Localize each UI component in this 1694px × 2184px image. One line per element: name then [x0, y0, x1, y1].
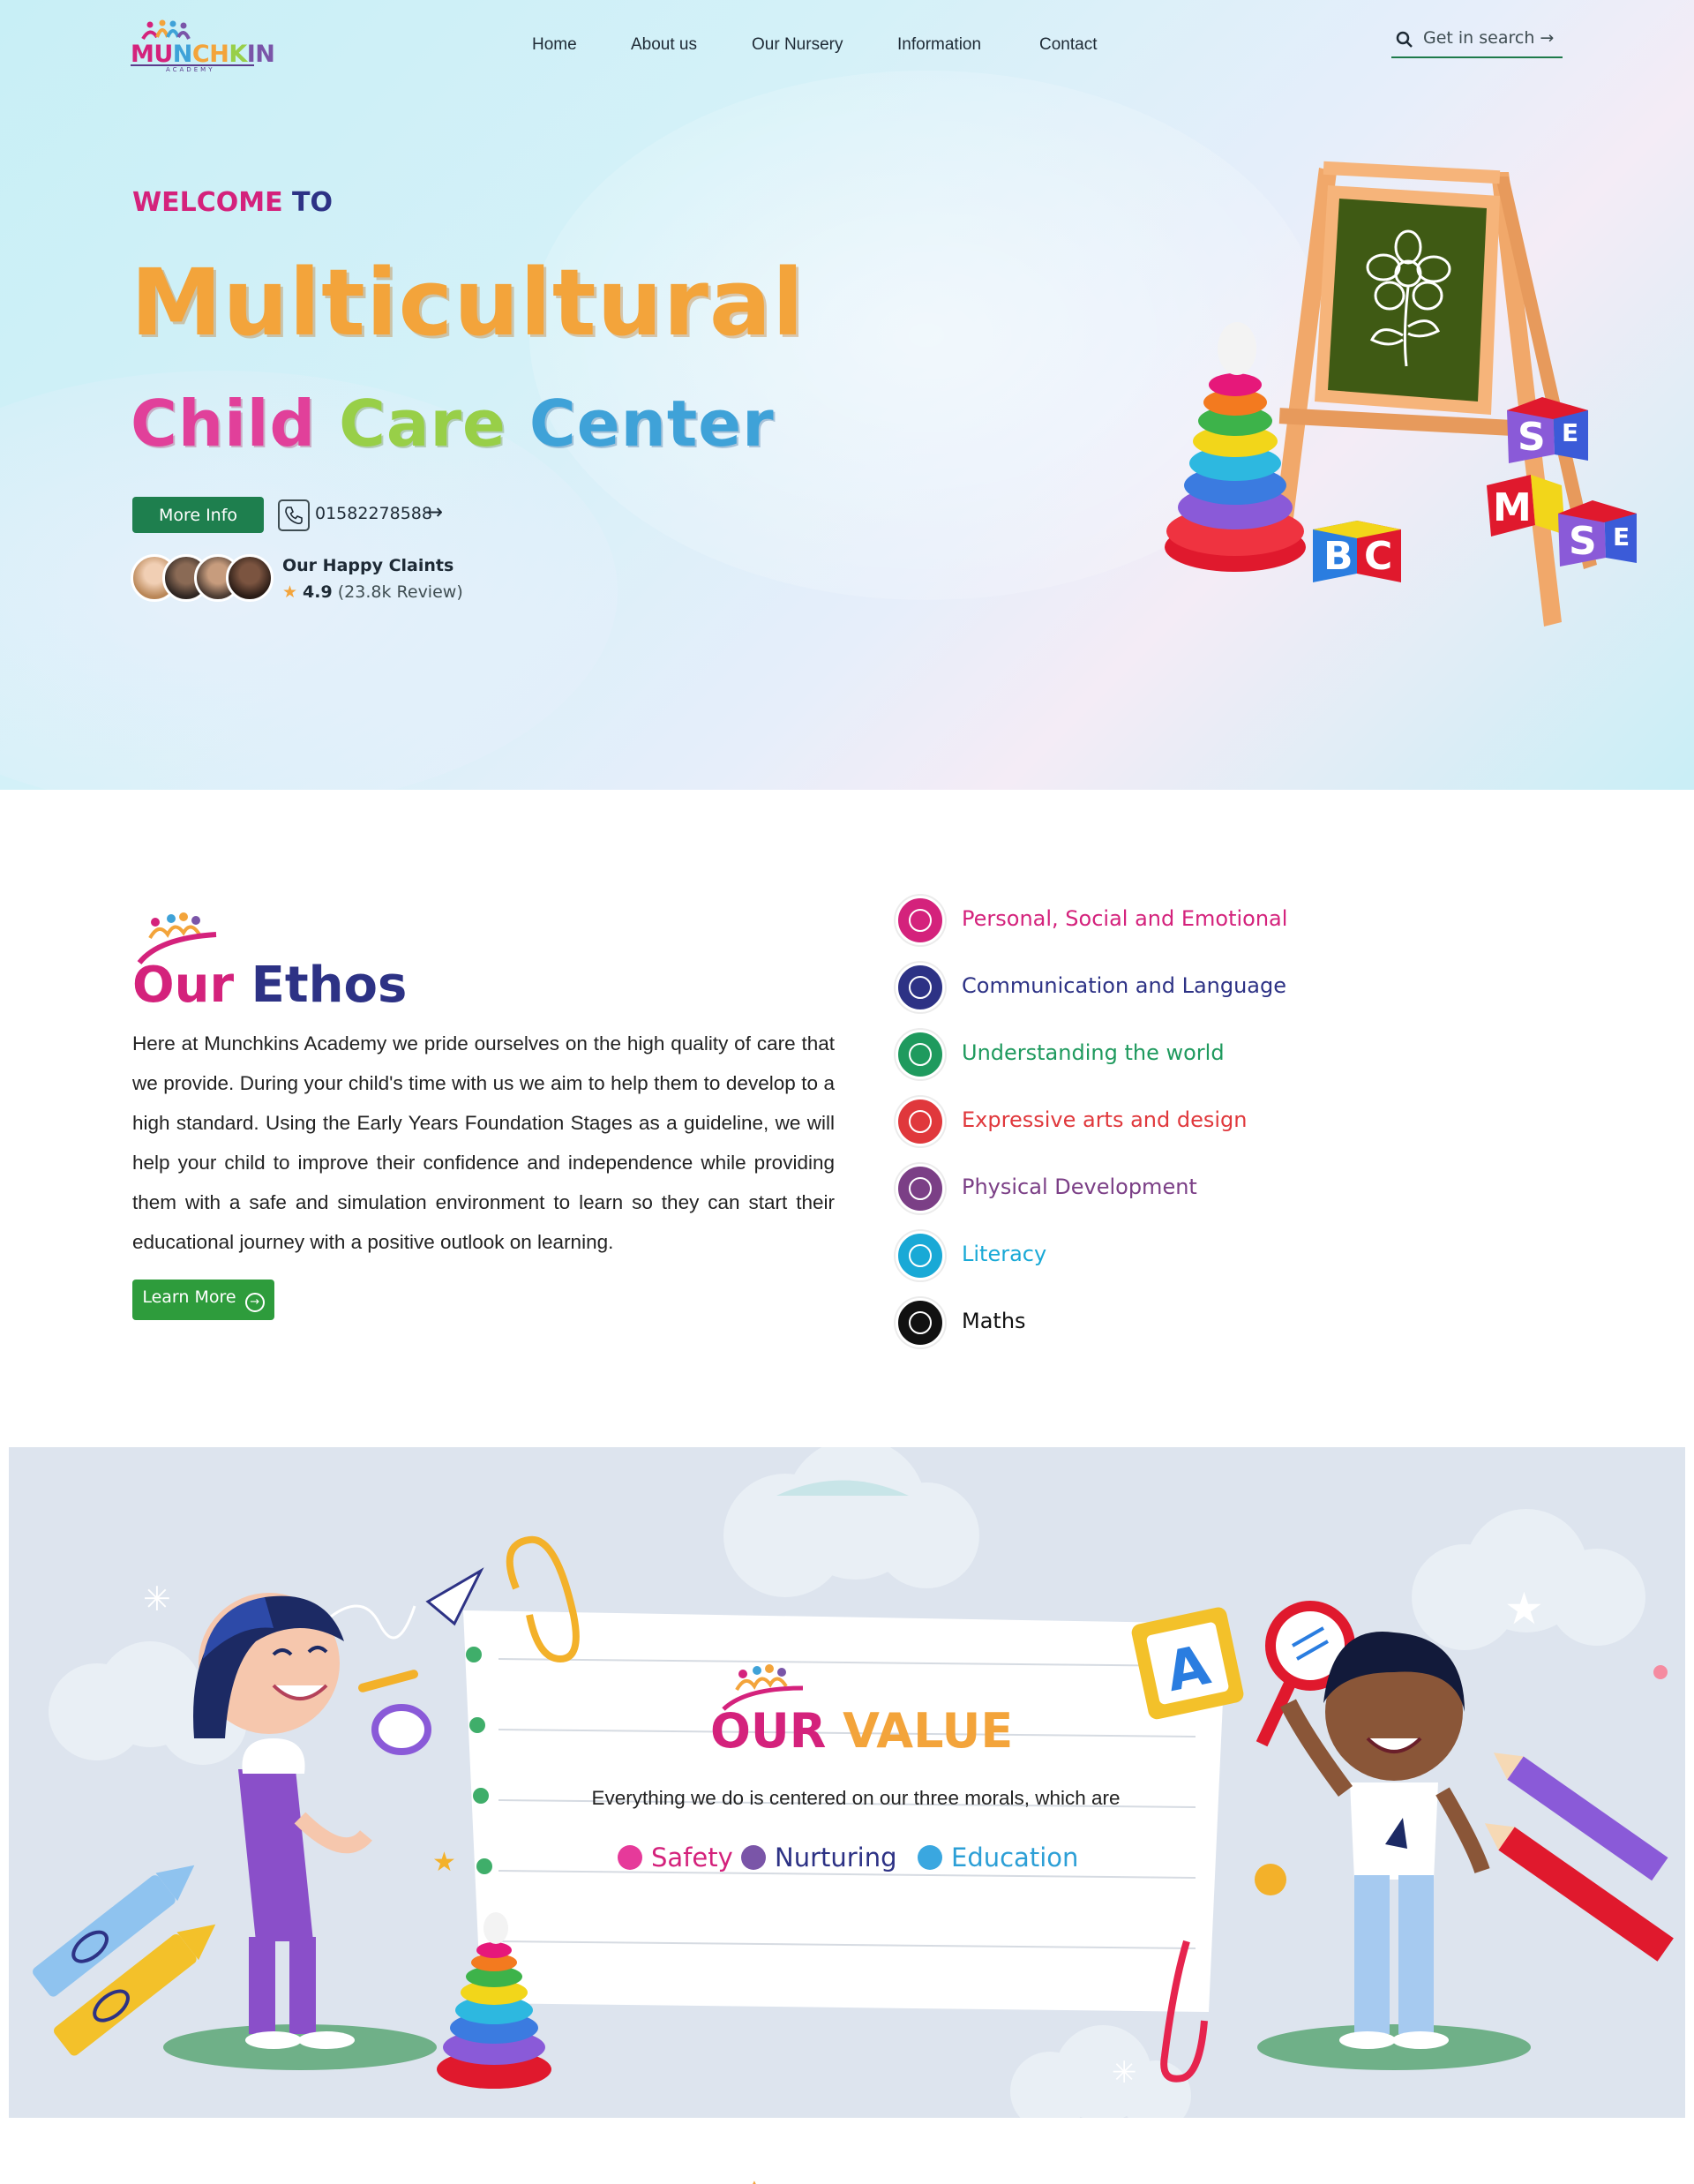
arrow-circle-icon: →	[244, 1293, 265, 1312]
star-icon: ★	[282, 582, 298, 602]
moral-label: Safety	[651, 1843, 733, 1873]
area-item[interactable]: Physical Development	[896, 1164, 1425, 1213]
nav-about-us[interactable]: About us	[631, 35, 697, 55]
svg-text:★: ★	[1504, 1583, 1544, 1634]
moral-label: Education	[951, 1843, 1079, 1873]
learn-more-button[interactable]: Learn More →	[132, 1280, 274, 1320]
moral-safety: Safety	[618, 1843, 733, 1873]
search-icon	[1396, 31, 1413, 48]
page: MUNCHKIN ACADEMY Home About us Our Nurse…	[0, 0, 1694, 2184]
svg-text:S: S	[1518, 415, 1546, 460]
moral-dot	[741, 1845, 766, 1870]
phone-number[interactable]: 01582278588	[315, 504, 432, 523]
search-box[interactable]: Get in search →	[1391, 25, 1563, 58]
kids-illustration: ★ ✳ ✳ ★ A	[33, 1447, 1674, 2118]
svg-text:S: S	[1569, 519, 1597, 564]
toys-illustration: B C M S E S E	[1165, 161, 1637, 627]
ethos-title-b: Ethos	[251, 957, 408, 1014]
rating-value: 4.9	[303, 582, 333, 602]
search-label: Get in search →	[1423, 28, 1555, 48]
nav-our-nursery[interactable]: Our Nursery	[752, 35, 843, 55]
moral-nurturing: Nurturing	[741, 1843, 897, 1873]
more-info-button[interactable]: More Info	[132, 497, 264, 533]
rating: ★ 4.9 (23.8k Review)	[282, 582, 463, 602]
svg-text:★: ★	[432, 1847, 456, 1878]
morals-list: Safety Nurturing Education	[618, 1843, 1112, 1878]
area-label: Personal, Social and Emotional	[962, 906, 1288, 931]
nav-information[interactable]: Information	[897, 35, 981, 55]
area-label: Communication and Language	[962, 973, 1287, 998]
avatar	[226, 554, 274, 602]
phone-icon[interactable]	[278, 499, 310, 531]
value-title-b: VALUE	[843, 1703, 1014, 1759]
moral-label: Nurturing	[775, 1843, 897, 1873]
nav-home[interactable]: Home	[532, 35, 577, 55]
area-item[interactable]: Personal, Social and Emotional	[896, 896, 1425, 945]
value-title-a: OUR	[710, 1703, 827, 1759]
moral-education: Education	[918, 1843, 1078, 1873]
value-title: OUR VALUE	[710, 1703, 1013, 1759]
area-label: Physical Development	[962, 1175, 1197, 1199]
svg-text:C: C	[1364, 534, 1392, 579]
area-item[interactable]: Understanding the world	[896, 1030, 1425, 1079]
value-subtitle: Everything we do is centered on our thre…	[591, 1787, 1121, 1809]
client-avatars	[131, 554, 276, 604]
ethos-title-a: Our	[132, 957, 235, 1014]
welcome-heading: WELCOME TO	[132, 187, 333, 218]
review-count: (23.8k Review)	[337, 582, 463, 602]
area-item[interactable]: Expressive arts and design	[896, 1097, 1425, 1146]
welcome-to: TO	[292, 187, 333, 218]
value-section: ★ ✳ ✳ ★ A OUR VALUE Everything we do is …	[9, 1447, 1685, 2118]
area-label: Literacy	[962, 1242, 1047, 1266]
learn-more-label: Learn More	[142, 1287, 236, 1307]
ethos-title: Our Ethos	[132, 957, 407, 1014]
hero-subheadline: Child Care Center	[131, 387, 775, 461]
ethos-description: Here at Munchkins Academy we pride ourse…	[132, 1032, 835, 1253]
area-label: Expressive arts and design	[962, 1107, 1248, 1132]
svg-text:✳: ✳	[1112, 2055, 1137, 2090]
svg-text:B: B	[1323, 534, 1353, 579]
hero-headline: Multicultural	[131, 249, 805, 356]
head-numbers-icon	[896, 1298, 945, 1347]
area-label: Maths	[962, 1309, 1026, 1333]
phone-arrow-icon[interactable]: →	[425, 499, 443, 524]
area-item[interactable]: Literacy	[896, 1231, 1425, 1280]
book-icon	[896, 1231, 945, 1280]
happy-clients-title: Our Happy Claints	[282, 556, 454, 575]
speech-icon	[896, 963, 945, 1012]
welcome-word: WELCOME	[132, 187, 283, 218]
area-label: Understanding the world	[962, 1040, 1225, 1065]
hero-sub-child: Child	[131, 387, 316, 461]
logo-subtitle: ACADEMY	[166, 66, 215, 73]
nav-contact[interactable]: Contact	[1039, 35, 1097, 55]
next-section-crown-icon: ▲	[748, 2177, 761, 2184]
area-item[interactable]: Communication and Language	[896, 963, 1425, 1012]
svg-text:E: E	[1613, 522, 1630, 552]
hero-sub-center: Center	[528, 387, 775, 461]
area-item[interactable]: Maths	[896, 1298, 1425, 1347]
svg-text:✳: ✳	[143, 1580, 171, 1618]
head-gears-icon	[896, 1164, 945, 1213]
hero-sub-care: Care	[339, 387, 506, 461]
svg-text:E: E	[1562, 418, 1578, 447]
head-globe-icon	[896, 1030, 945, 1079]
svg-text:M: M	[1493, 485, 1532, 530]
palette-icon	[896, 1097, 945, 1146]
moral-dot	[618, 1845, 642, 1870]
brain-heart-icon	[896, 896, 945, 945]
moral-dot	[918, 1845, 942, 1870]
hero-section: MUNCHKIN ACADEMY Home About us Our Nurse…	[0, 0, 1694, 790]
